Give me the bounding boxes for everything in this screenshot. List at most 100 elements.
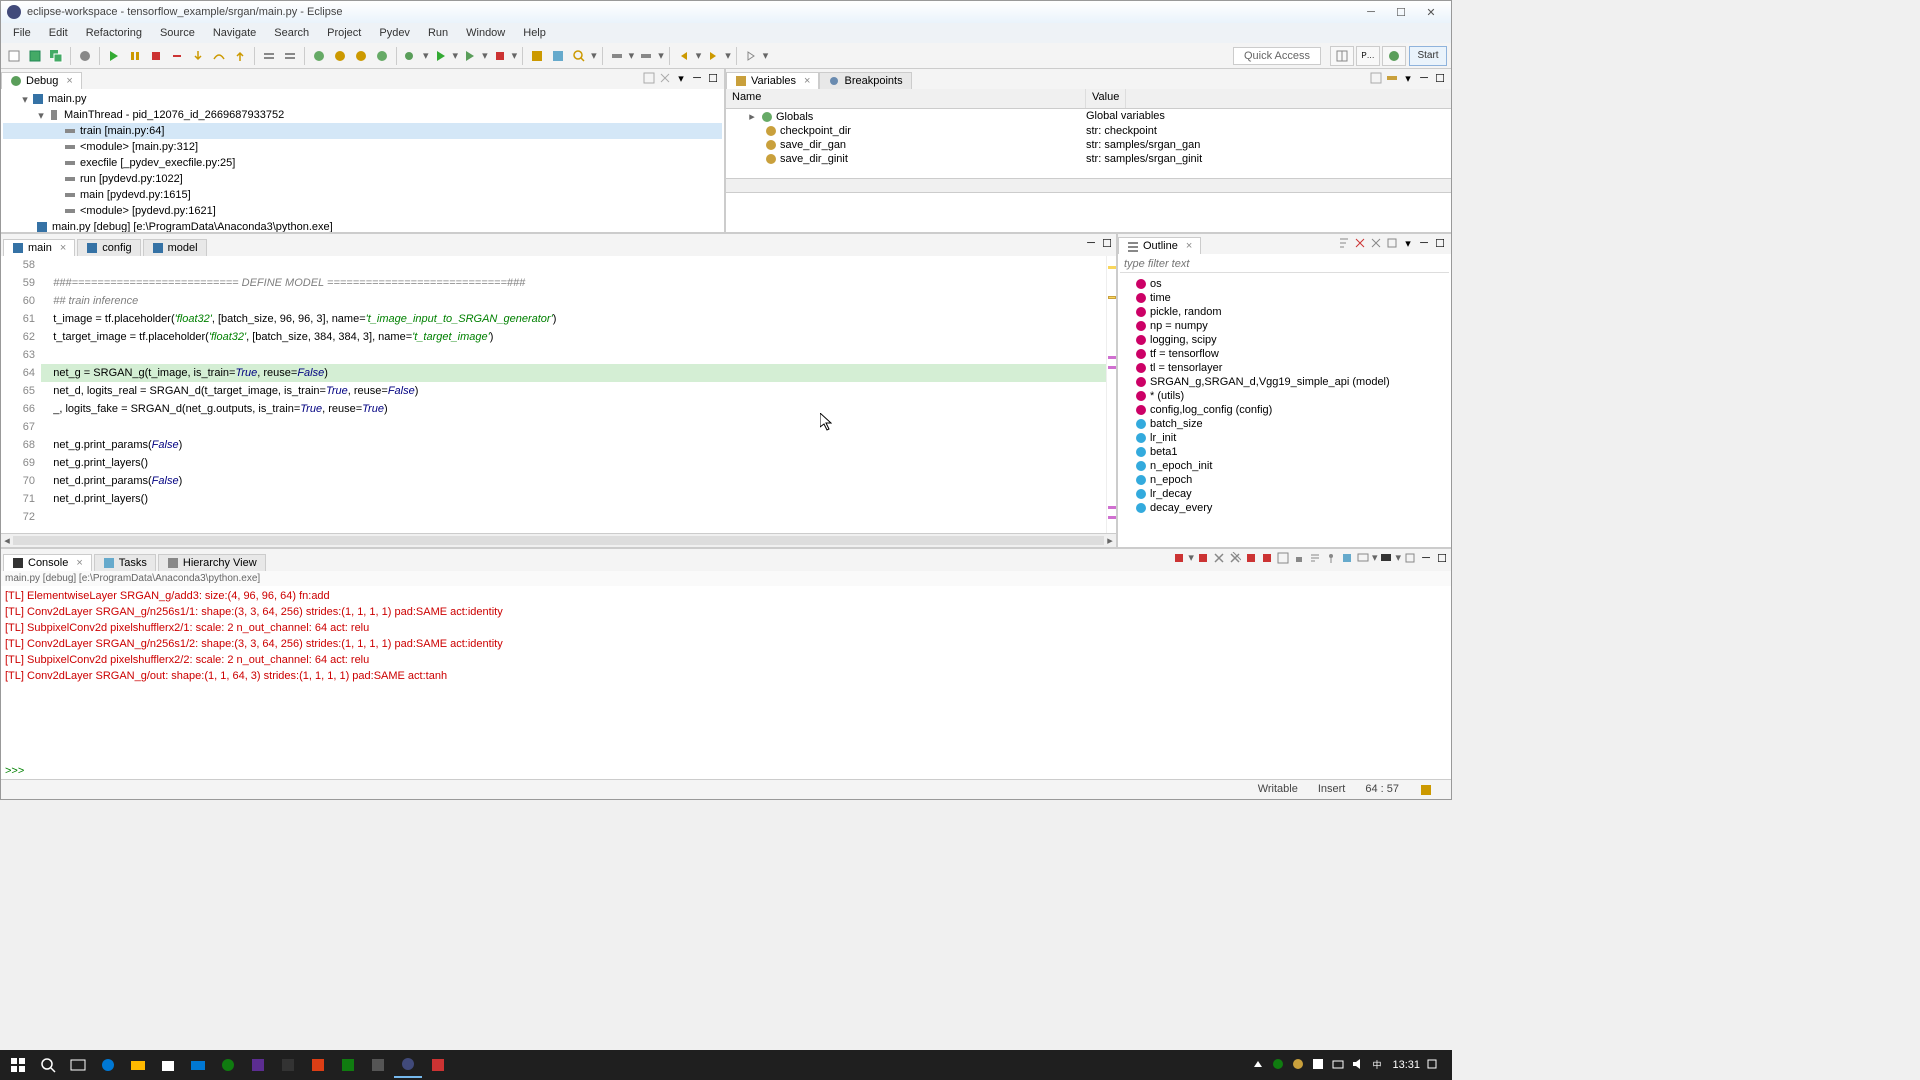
taskbar-time[interactable]: 13:31 <box>1392 1059 1420 1071</box>
code-line[interactable] <box>41 256 1106 274</box>
terminate-icon[interactable] <box>1172 551 1186 565</box>
remove-icon[interactable] <box>1212 551 1226 565</box>
mail-icon[interactable] <box>184 1052 212 1078</box>
menu-refactoring[interactable]: Refactoring <box>78 25 150 41</box>
code-line[interactable] <box>41 508 1106 526</box>
volume-icon[interactable] <box>1352 1058 1366 1072</box>
resume-icon[interactable] <box>105 47 123 65</box>
tab-model[interactable]: model <box>143 239 207 256</box>
start-button[interactable]: Start <box>1409 46 1447 66</box>
suspend-icon[interactable] <box>126 47 144 65</box>
app-icon[interactable] <box>424 1052 452 1078</box>
display-icon[interactable] <box>1356 551 1370 565</box>
toolbar-icon[interactable] <box>260 47 278 65</box>
tree-item[interactable]: train [main.py:64] <box>3 123 722 139</box>
toolbar-icon[interactable] <box>549 47 567 65</box>
menu-run[interactable]: Run <box>420 25 456 41</box>
tree-item[interactable]: main.py [debug] [e:\ProgramData\Anaconda… <box>3 219 722 232</box>
toolbar-icon[interactable] <box>528 47 546 65</box>
menu-source[interactable]: Source <box>152 25 203 41</box>
outline-item[interactable]: n_epoch <box>1120 473 1449 487</box>
scroll-lock-icon[interactable] <box>1292 551 1306 565</box>
tray-icon[interactable] <box>1312 1058 1326 1072</box>
toolbar-icon[interactable] <box>1244 551 1258 565</box>
code-line[interactable]: net_d, logits_real = SRGAN_d(t_target_im… <box>41 382 1106 400</box>
debug-dropdown-icon[interactable] <box>402 47 420 65</box>
toolbar-icon[interactable] <box>310 47 328 65</box>
scrollbar[interactable] <box>726 178 1451 192</box>
toolbar-icon[interactable] <box>1385 71 1399 85</box>
outline-item[interactable]: tf = tensorflow <box>1120 347 1449 361</box>
toolbar-icon[interactable] <box>642 71 656 85</box>
step-return-icon[interactable] <box>231 47 249 65</box>
table-row[interactable]: ▸Globals Global variables <box>726 109 1451 124</box>
maximize-icon[interactable]: ☐ <box>1435 551 1449 565</box>
table-row[interactable]: save_dir_ginit str: samples/srgan_ginit <box>726 152 1451 166</box>
run-dropdown-icon[interactable] <box>432 47 450 65</box>
clear-icon[interactable] <box>1276 551 1290 565</box>
toolbar-icon[interactable] <box>1385 236 1399 250</box>
menu-pydev[interactable]: Pydev <box>371 25 418 41</box>
quick-access[interactable]: Quick Access <box>1233 47 1321 65</box>
console-output[interactable]: [TL] ElementwiseLayer SRGAN_g/add3: size… <box>1 586 1451 763</box>
expand-icon[interactable]: ▸ <box>746 110 758 123</box>
titlebar[interactable]: eclipse-workspace - tensorflow_example/s… <box>1 1 1451 23</box>
toolbar-icon[interactable] <box>1403 551 1417 565</box>
code-line[interactable]: ## train inference <box>41 292 1106 310</box>
menu-window[interactable]: Window <box>458 25 513 41</box>
tree-item[interactable]: ▾ main.py <box>3 91 722 107</box>
chevron-up-icon[interactable] <box>1252 1058 1266 1072</box>
start-menu-icon[interactable] <box>4 1052 32 1078</box>
table-row[interactable]: save_dir_gan str: samples/srgan_gan <box>726 138 1451 152</box>
edge-icon[interactable] <box>94 1052 122 1078</box>
tab-tasks[interactable]: Tasks <box>94 554 156 571</box>
overview-ruler[interactable] <box>1106 256 1116 533</box>
step-into-icon[interactable] <box>189 47 207 65</box>
app-icon[interactable] <box>214 1052 242 1078</box>
outline-item[interactable]: * (utils) <box>1120 389 1449 403</box>
debug-perspective-icon[interactable] <box>1382 46 1406 66</box>
maximize-icon[interactable]: ☐ <box>706 71 720 85</box>
minimize-icon[interactable]: ─ <box>690 71 704 85</box>
outline-item[interactable]: os <box>1120 277 1449 291</box>
code-line[interactable] <box>41 346 1106 364</box>
toolbar-icon[interactable] <box>637 47 655 65</box>
explorer-icon[interactable] <box>124 1052 152 1078</box>
close-icon[interactable]: × <box>60 242 66 254</box>
code-editor[interactable]: 585960616263646566676869707172 ###======… <box>1 256 1116 533</box>
outline-item[interactable]: tl = tensorlayer <box>1120 361 1449 375</box>
maximize-icon[interactable]: ☐ <box>1433 236 1447 250</box>
tab-main[interactable]: main × <box>3 239 75 256</box>
outline-item[interactable]: SRGAN_g,SRGAN_d,Vgg19_simple_api (model) <box>1120 375 1449 389</box>
tree-item[interactable]: <module> [main.py:312] <box>3 139 722 155</box>
forward-icon[interactable] <box>704 47 722 65</box>
open-console-icon[interactable] <box>1379 551 1393 565</box>
toolbar-icon[interactable] <box>1353 236 1367 250</box>
toolbar-icon[interactable] <box>331 47 349 65</box>
minimize-icon[interactable]: ─ <box>1417 236 1431 250</box>
tab-outline[interactable]: Outline × <box>1118 237 1201 254</box>
menu-edit[interactable]: Edit <box>41 25 76 41</box>
sort-icon[interactable] <box>1337 236 1351 250</box>
outline-item[interactable]: np = numpy <box>1120 319 1449 333</box>
network-icon[interactable] <box>1332 1058 1346 1072</box>
save-all-icon[interactable] <box>47 47 65 65</box>
code-line[interactable]: _, logits_fake = SRGAN_d(net_g.outputs, … <box>41 400 1106 418</box>
search-icon[interactable] <box>570 47 588 65</box>
tab-breakpoints[interactable]: Breakpoints <box>819 72 911 89</box>
app-icon[interactable] <box>304 1052 332 1078</box>
terminate-icon[interactable] <box>147 47 165 65</box>
menu-project[interactable]: Project <box>319 25 369 41</box>
code-line[interactable]: net_d.print_params(False) <box>41 472 1106 490</box>
close-icon[interactable]: × <box>804 75 810 87</box>
code-line[interactable]: t_target_image = tf.placeholder('float32… <box>41 328 1106 346</box>
app-icon[interactable] <box>244 1052 272 1078</box>
tray-icon[interactable] <box>1272 1058 1286 1072</box>
outline-item[interactable]: n_epoch_init <box>1120 459 1449 473</box>
col-value[interactable]: Value <box>1086 89 1126 108</box>
outline-item[interactable]: config,log_config (config) <box>1120 403 1449 417</box>
tab-config[interactable]: config <box>77 239 140 256</box>
scrollbar[interactable] <box>13 536 1104 545</box>
scroll-right-icon[interactable]: ▸ <box>1104 534 1116 547</box>
toolbar-icon[interactable] <box>658 71 672 85</box>
